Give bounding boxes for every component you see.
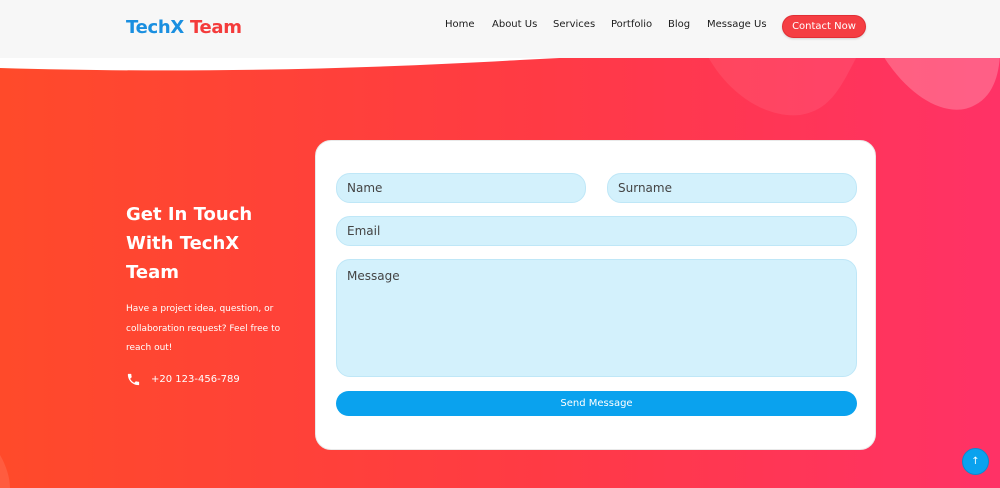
arrow-up-icon: ↑ [971,456,980,467]
nav-link-about[interactable]: About Us [492,19,537,30]
message-textarea[interactable]: Message [336,259,857,377]
nav-link-portfolio[interactable]: Portfolio [611,19,652,30]
contact-form-card: Name Surname Email Message Send Message [315,140,876,450]
nav-link-message[interactable]: Message Us [707,19,767,30]
send-message-button[interactable]: Send Message [336,391,857,416]
nav-link-services[interactable]: Services [553,19,595,30]
surname-input[interactable]: Surname [607,173,857,203]
logo-part-1: TechX [126,17,184,38]
contact-heading: Get In Touch With TechX Team [126,204,253,283]
scroll-to-top-button[interactable]: ↑ [962,448,989,475]
logo-part-2: Team [189,17,242,38]
name-input[interactable]: Name [336,173,586,203]
contact-description: Have a project idea, question, or collab… [126,304,281,353]
phone-icon [127,373,140,386]
navbar-wave [0,48,1000,71]
email-input[interactable]: Email [336,216,857,246]
phone-number[interactable]: +20 123-456-789 [151,374,240,385]
phone-contact: +20 123-456-789 [126,372,240,387]
site-logo[interactable]: TechX Team [126,17,242,38]
nav-link-blog[interactable]: Blog [668,19,690,30]
nav-link-home[interactable]: Home [445,19,475,30]
contact-now-button[interactable]: Contact Now [782,15,866,38]
